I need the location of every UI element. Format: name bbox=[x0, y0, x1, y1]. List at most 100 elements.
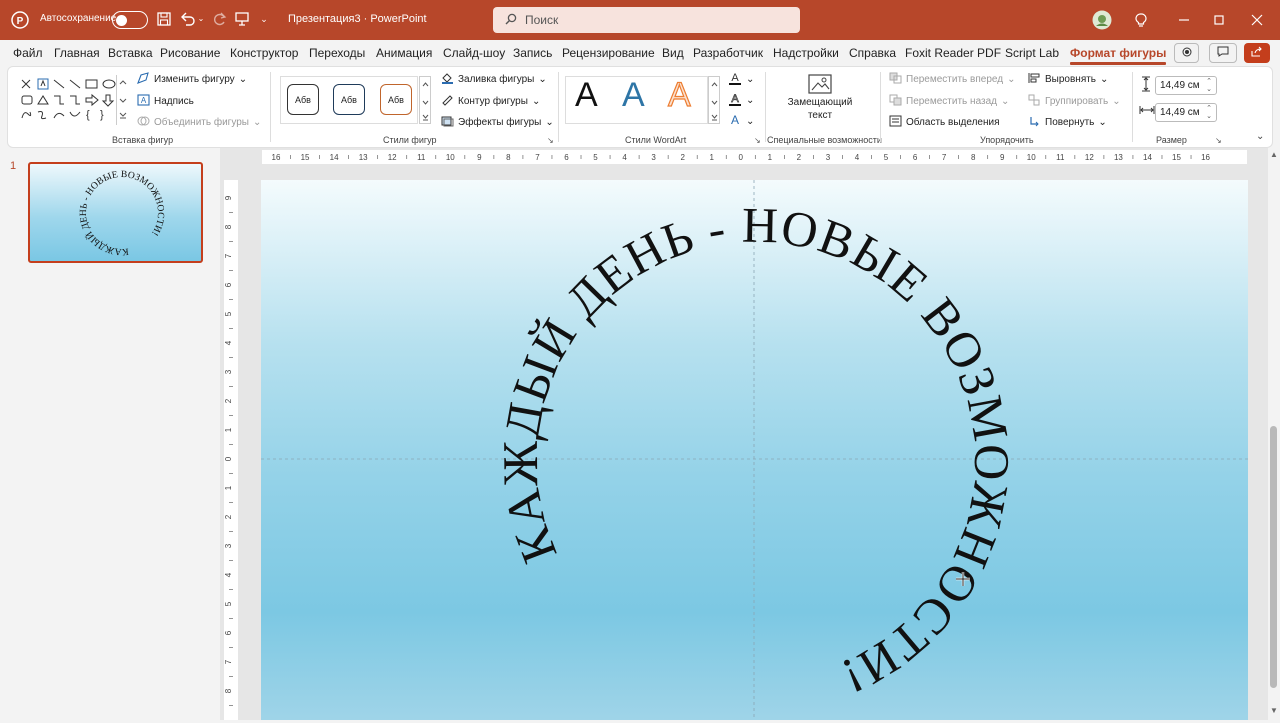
height-spinner-icon[interactable]: ⌃ ⌄ bbox=[1206, 78, 1212, 94]
save-icon[interactable] bbox=[155, 10, 173, 28]
send-backward-icon bbox=[889, 94, 902, 109]
undo-icon[interactable] bbox=[178, 10, 196, 28]
tab-developer[interactable]: Разработчик bbox=[693, 46, 763, 60]
merge-shapes-button[interactable]: Объединить фигуры ⌄ bbox=[137, 115, 261, 130]
dialog-launcher-icon[interactable]: ↘ bbox=[1215, 136, 1222, 145]
tab-draw[interactable]: Рисование bbox=[160, 46, 220, 60]
document-title: Презентация3 · PowerPoint bbox=[288, 13, 427, 25]
customize-toolbar-icon[interactable]: ⌄ bbox=[258, 13, 270, 25]
wordart-style-blue[interactable]: A bbox=[622, 76, 645, 115]
tab-view[interactable]: Вид bbox=[662, 46, 684, 60]
tab-scriptlab[interactable]: Script Lab bbox=[1005, 46, 1059, 60]
redo-icon[interactable] bbox=[210, 10, 228, 28]
share-button[interactable] bbox=[1244, 43, 1270, 63]
search-box[interactable]: Поиск bbox=[493, 7, 800, 33]
ruler-label: 15 bbox=[1172, 153, 1181, 162]
ruler-label: 6 bbox=[913, 153, 918, 162]
scroll-down-icon[interactable]: ▼ bbox=[1270, 706, 1278, 715]
text-outline-button[interactable]: A ⌄ bbox=[728, 92, 754, 109]
svg-text:A: A bbox=[731, 93, 739, 105]
tab-insert[interactable]: Вставка bbox=[108, 46, 153, 60]
wordart-style-orange[interactable]: A bbox=[667, 75, 691, 115]
scroll-up-icon[interactable]: ▲ bbox=[1270, 150, 1278, 159]
shape-fill-label: Заливка фигуры bbox=[458, 74, 535, 85]
tab-file[interactable]: Файл bbox=[13, 46, 43, 60]
ruler-label: 5 bbox=[884, 153, 889, 162]
comments-button[interactable] bbox=[1209, 43, 1237, 63]
shape-gallery[interactable]: {} bbox=[18, 76, 122, 126]
width-spinner-icon[interactable]: ⌃ ⌄ bbox=[1206, 105, 1212, 121]
shape-styles-scroll[interactable] bbox=[419, 76, 431, 124]
shape-style-preset[interactable]: Абв bbox=[333, 84, 365, 115]
close-icon[interactable] bbox=[1246, 9, 1268, 31]
accessibility-group-label: Специальные возможности bbox=[767, 135, 882, 145]
shape-height-input[interactable]: 14,49 см ⌃ ⌄ bbox=[1155, 76, 1217, 95]
tab-help[interactable]: Справка bbox=[849, 46, 896, 60]
align-button[interactable]: Выровнять ⌄ bbox=[1028, 72, 1108, 87]
scrollbar-thumb[interactable] bbox=[1270, 426, 1277, 688]
text-outline-icon: A bbox=[728, 92, 742, 109]
send-backward-label: Переместить назад bbox=[906, 96, 997, 107]
tab-animations[interactable]: Анимация bbox=[376, 46, 432, 60]
vertical-ruler[interactable]: 9 8 7 6 5 4 3 2 1 0 1 2 3 4 5 6 7 8 bbox=[224, 180, 238, 720]
ruler-label: 12 bbox=[1085, 153, 1094, 162]
record-icon bbox=[1182, 47, 1192, 60]
selection-pane-button[interactable]: Область выделения bbox=[889, 115, 1000, 130]
wordart-circle-text[interactable]: КАЖДЫЙ ДЕНЬ - НОВЫЕ ВОЗМОЖНОСТИ! bbox=[492, 197, 1020, 706]
ribbon-separator bbox=[558, 72, 559, 142]
search-placeholder: Поиск bbox=[525, 13, 559, 27]
wordart-style-black[interactable]: A bbox=[575, 76, 598, 115]
alt-text-button[interactable]: Замещающий текст bbox=[780, 72, 860, 132]
lightbulb-icon[interactable] bbox=[1130, 9, 1152, 31]
text-effects-button[interactable]: A ⌄ bbox=[728, 113, 754, 130]
edit-shape-icon bbox=[137, 72, 150, 87]
maximize-icon[interactable] bbox=[1208, 9, 1230, 31]
slide-thumbnail[interactable]: КАЖДЫЙ ДЕНЬ - НОВЫЕ ВОЗМОЖНОСТИ! bbox=[28, 162, 203, 263]
tab-design[interactable]: Конструктор bbox=[230, 46, 298, 60]
present-icon[interactable] bbox=[233, 10, 251, 28]
autosave-label: Автосохранение bbox=[40, 13, 117, 24]
group-button[interactable]: Группировать ⌄ bbox=[1028, 94, 1121, 109]
tab-addins[interactable]: Надстройки bbox=[773, 46, 839, 60]
tab-transitions[interactable]: Переходы bbox=[309, 46, 365, 60]
merge-shapes-icon bbox=[137, 115, 150, 130]
shape-outline-button[interactable]: Контур фигуры ⌄ bbox=[441, 94, 540, 109]
shape-effects-button[interactable]: Эффекты фигуры ⌄ bbox=[441, 115, 554, 130]
ruler-label: 1 bbox=[768, 153, 773, 162]
wordart-scroll[interactable] bbox=[708, 76, 720, 124]
edit-shape-button[interactable]: Изменить фигуру ⌄ bbox=[137, 72, 247, 87]
undo-dropdown-icon[interactable]: ⌄ bbox=[197, 13, 205, 23]
send-backward-button[interactable]: Переместить назад ⌄ bbox=[889, 94, 1009, 109]
text-box-button[interactable]: A Надпись bbox=[137, 94, 194, 109]
text-fill-button[interactable]: A ⌄ bbox=[728, 71, 754, 88]
ruler-label: 11 bbox=[417, 153, 426, 162]
tab-slideshow[interactable]: Слайд-шоу bbox=[443, 46, 505, 60]
bring-forward-button[interactable]: Переместить вперед ⌄ bbox=[889, 72, 1015, 87]
autosave-toggle[interactable] bbox=[112, 11, 148, 29]
minimize-icon[interactable] bbox=[1173, 9, 1195, 31]
shape-fill-button[interactable]: Заливка фигуры ⌄ bbox=[441, 72, 547, 87]
vertical-scrollbar[interactable]: ▲ ▼ bbox=[1268, 148, 1280, 720]
rotate-button[interactable]: Повернуть ⌄ bbox=[1028, 115, 1107, 130]
tab-shape-format[interactable]: Формат фигуры bbox=[1070, 46, 1167, 65]
text-fill-icon: A bbox=[728, 71, 742, 88]
slide-canvas[interactable]: КАЖДЫЙ ДЕНЬ - НОВЫЕ ВОЗМОЖНОСТИ! bbox=[261, 180, 1248, 720]
shape-style-preset[interactable]: Абв bbox=[287, 84, 319, 115]
shape-width-input[interactable]: 14,49 см ⌃ ⌄ bbox=[1155, 103, 1217, 122]
svg-text:A: A bbox=[731, 72, 739, 84]
record-button[interactable] bbox=[1174, 43, 1199, 63]
shape-gallery-scroll[interactable] bbox=[116, 75, 128, 125]
collapse-ribbon-icon[interactable]: ⌄ bbox=[1256, 131, 1264, 142]
ribbon-separator bbox=[270, 72, 271, 142]
horizontal-ruler[interactable]: 16 15 14 13 12 11 10 9 8 7 6 5 4 3 2 1 0 1 2 3 4 5 6 7 8 9 10 11 12 1… bbox=[262, 150, 1247, 164]
paint-bucket-icon bbox=[441, 72, 454, 87]
user-avatar[interactable] bbox=[1091, 9, 1113, 31]
tab-home[interactable]: Главная bbox=[54, 46, 100, 60]
tab-review[interactable]: Рецензирование bbox=[562, 46, 655, 60]
dialog-launcher-icon[interactable]: ↘ bbox=[754, 136, 761, 145]
shape-style-preset[interactable]: Абв bbox=[380, 84, 412, 115]
tab-foxit[interactable]: Foxit Reader PDF bbox=[905, 46, 1001, 60]
tab-record[interactable]: Запись bbox=[513, 46, 552, 60]
dialog-launcher-icon[interactable]: ↘ bbox=[547, 136, 554, 145]
shape-effects-label: Эффекты фигуры bbox=[458, 117, 542, 128]
